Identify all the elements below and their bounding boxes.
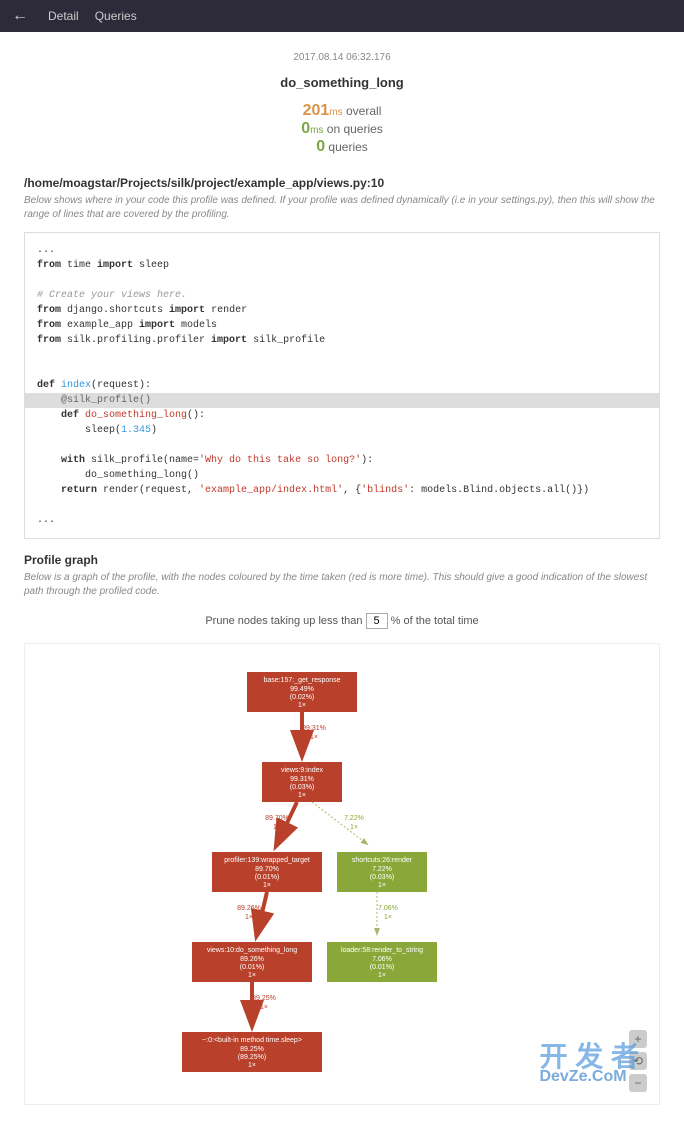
svg-text:99.49%: 99.49% [290, 686, 314, 693]
svg-text:(0.01%): (0.01%) [240, 964, 265, 971]
code-line [37, 348, 647, 363]
svg-text:views:9:index: views:9:index [281, 767, 324, 774]
prune-label-before: Prune nodes taking up less than [205, 615, 365, 627]
code-line [37, 438, 647, 453]
stat-qcount-num: 0 [316, 138, 325, 155]
svg-text:(0.02%): (0.02%) [290, 694, 315, 701]
code-line [37, 498, 647, 513]
svg-text:99.31%: 99.31% [302, 725, 326, 732]
stat-qtime-unit: ms [310, 125, 323, 136]
code-line: do_something_long() [37, 468, 647, 483]
stat-overall-unit: ms [329, 107, 342, 118]
svg-text:profiler:139:wrapped_target: profiler:139:wrapped_target [224, 857, 310, 864]
back-icon[interactable]: ← [8, 7, 32, 25]
stat-queries-count: 0 queries [24, 138, 660, 156]
svg-text:7.06%: 7.06% [372, 956, 392, 963]
zoom-controls: + ⟲ − [629, 1030, 647, 1092]
svg-text:89.25%: 89.25% [252, 995, 276, 1002]
svg-text:(0.03%): (0.03%) [290, 784, 315, 791]
code-line: with silk_profile(name='Why do this take… [37, 453, 647, 468]
code-line: return render(request, 'example_app/inde… [37, 483, 647, 498]
graph-desc: Below is a graph of the profile, with th… [24, 571, 660, 599]
svg-text:89.26%: 89.26% [240, 956, 264, 963]
code-line: from time import sleep [37, 258, 647, 273]
profile-graph: 99.31% 1× 89.70% 1× 7.22% 1× 89.26% 1× 7… [24, 643, 660, 1105]
svg-text:1×: 1× [350, 824, 358, 831]
topbar: ← Detail Queries [0, 0, 684, 32]
code-line: sleep(1.345) [37, 423, 647, 438]
code-line: from django.shortcuts import render [37, 303, 647, 318]
stat-qtime-label: on queries [323, 122, 382, 136]
svg-text:loader:58:render_to_string: loader:58:render_to_string [341, 947, 423, 954]
code-line [37, 363, 647, 378]
stat-overall-label: overall [343, 104, 382, 118]
code-line: from example_app import models [37, 318, 647, 333]
svg-text:~:0:<built-in method time.slee: ~:0:<built-in method time.sleep> [202, 1037, 302, 1044]
svg-text:1×: 1× [298, 702, 306, 709]
code-block: ... from time import sleep # Create your… [24, 232, 660, 539]
stat-overall: 201ms overall [24, 102, 660, 120]
svg-text:1×: 1× [248, 972, 256, 979]
svg-text:1×: 1× [298, 792, 306, 799]
svg-text:1×: 1× [310, 734, 318, 741]
svg-text:1×: 1× [378, 972, 386, 979]
timestamp: 2017.08.14 06:32.176 [24, 52, 660, 63]
prune-label-after: % of the total time [391, 615, 479, 627]
svg-text:base:157:_get_response: base:157:_get_response [263, 677, 340, 684]
stat-overall-num: 201 [303, 102, 330, 119]
stat-qtime-num: 0 [301, 120, 310, 137]
stat-queries-time: 0ms on queries [24, 120, 660, 138]
svg-text:7.22%: 7.22% [344, 815, 364, 822]
file-desc: Below shows where in your code this prof… [24, 194, 660, 222]
svg-text:89.25%: 89.25% [240, 1046, 264, 1053]
zoom-reset-button[interactable]: ⟲ [629, 1052, 647, 1070]
svg-text:1×: 1× [263, 882, 271, 889]
svg-text:1×: 1× [378, 882, 386, 889]
code-line: ... [37, 243, 647, 258]
zoom-out-button[interactable]: − [629, 1074, 647, 1092]
svg-text:89.70%: 89.70% [255, 866, 279, 873]
tab-queries[interactable]: Queries [95, 9, 137, 23]
svg-text:7.06%: 7.06% [378, 905, 398, 912]
prune-input[interactable] [366, 613, 388, 629]
svg-text:1×: 1× [260, 1004, 268, 1011]
code-line: # Create your views here. [37, 288, 647, 303]
code-line: from silk.profiling.profiler import silk… [37, 333, 647, 348]
code-line: def index(request): [37, 378, 647, 393]
svg-text:1×: 1× [248, 1062, 256, 1069]
stats-block: 201ms overall 0ms on queries 0 queries [24, 102, 660, 156]
tab-detail[interactable]: Detail [48, 9, 79, 23]
svg-text:(0.01%): (0.01%) [370, 964, 395, 971]
svg-text:shortcuts:26:render: shortcuts:26:render [352, 857, 413, 864]
svg-text:views:10:do_something_long: views:10:do_something_long [207, 947, 297, 954]
svg-text:1×: 1× [273, 824, 281, 831]
stat-qcount-label: queries [325, 140, 368, 154]
zoom-in-button[interactable]: + [629, 1030, 647, 1048]
code-line: def do_something_long(): [37, 408, 647, 423]
svg-text:99.31%: 99.31% [290, 776, 314, 783]
file-path: /home/moagstar/Projects/silk/project/exa… [24, 176, 660, 190]
svg-text:1×: 1× [384, 914, 392, 921]
svg-text:(89.25%): (89.25%) [238, 1054, 266, 1061]
svg-text:7.22%: 7.22% [372, 866, 392, 873]
graph-title: Profile graph [24, 553, 660, 567]
svg-text:1×: 1× [245, 914, 253, 921]
code-line: ... [37, 513, 647, 528]
prune-row: Prune nodes taking up less than % of the… [24, 613, 660, 629]
code-line [37, 273, 647, 288]
svg-text:89.26%: 89.26% [237, 905, 261, 912]
code-line-highlighted: @silk_profile() [25, 393, 659, 408]
content: 2017.08.14 06:32.176 do_something_long 2… [0, 32, 684, 1129]
page-title: do_something_long [24, 75, 660, 90]
graph-svg: 99.31% 1× 89.70% 1× 7.22% 1× 89.26% 1× 7… [122, 664, 562, 1084]
svg-text:(0.03%): (0.03%) [370, 874, 395, 881]
svg-text:(0.01%): (0.01%) [255, 874, 280, 881]
svg-text:89.70%: 89.70% [265, 815, 289, 822]
